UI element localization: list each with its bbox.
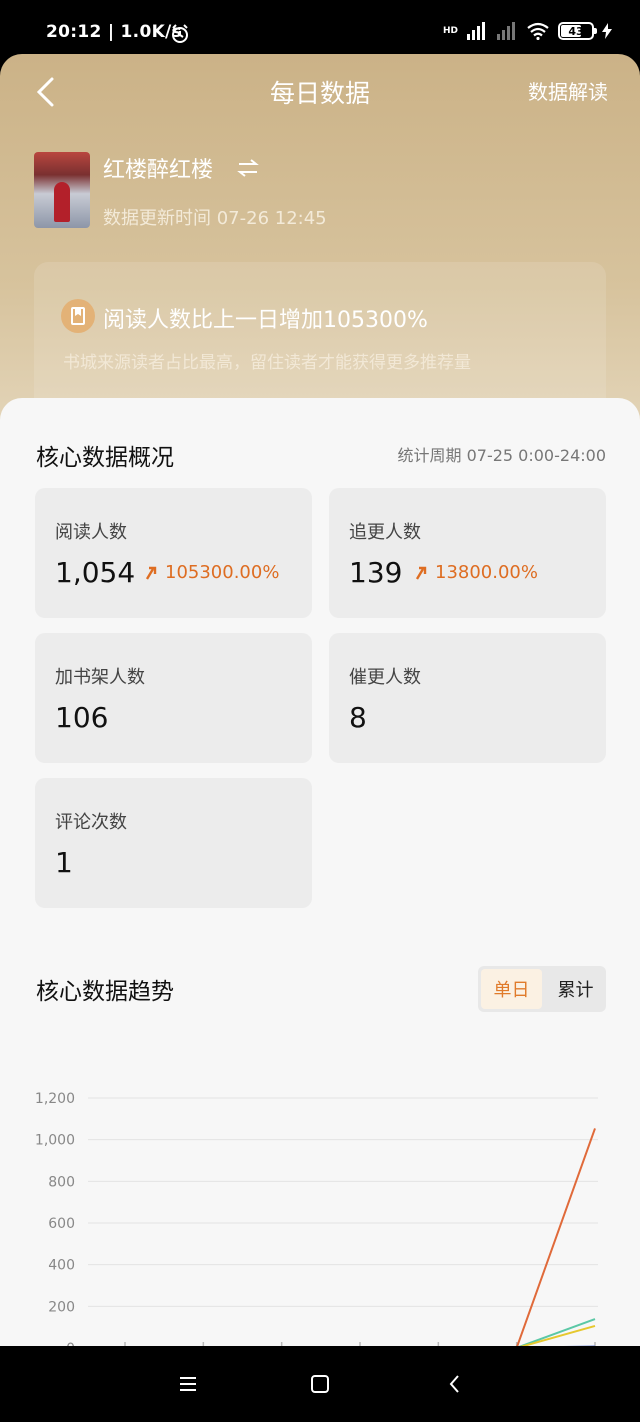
battery-icon: 43 — [558, 22, 597, 40]
toggle-daily[interactable]: 单日 — [481, 969, 542, 1009]
stat-label: 追更人数 — [349, 522, 421, 543]
y-tick-label: 800 — [48, 1174, 75, 1190]
home-square-icon[interactable] — [306, 1370, 334, 1398]
data-panel: 核心数据概况 统计周期 07-25 0:00-24:00 阅读人数 1,054 … — [0, 398, 640, 1346]
screen: 20:12 | 1.0K/s HD 43 每日数据 数据解读 红楼醉红楼 数据更… — [0, 0, 640, 1422]
trend-toggle: 单日 累计 — [478, 966, 606, 1012]
status-bar: 20:12 | 1.0K/s HD 43 — [0, 0, 640, 58]
bookmark-icon — [61, 299, 95, 333]
trend-chart: 02004006008001,0001,20007-1907-2007-2107… — [35, 1091, 598, 1346]
update-time: 数据更新时间 07-26 12:45 — [103, 208, 327, 229]
stat-value: 1 — [55, 846, 73, 879]
stat-label: 评论次数 — [55, 812, 127, 833]
y-tick-label: 600 — [48, 1216, 75, 1232]
wifi-icon — [527, 22, 549, 40]
status-time: 20:12 | 1.0K/s — [46, 22, 182, 42]
signal-2-icon — [497, 22, 515, 40]
stat-card-bookshelf[interactable]: 加书架人数 106 — [35, 633, 312, 763]
tip-title: 阅读人数比上一日增加105300% — [103, 308, 428, 333]
y-tick-label: 1,200 — [35, 1091, 75, 1107]
stat-label: 阅读人数 — [55, 522, 127, 543]
stat-card-comments[interactable]: 评论次数 1 — [35, 778, 312, 908]
stat-delta: 13800.00% — [415, 562, 538, 583]
y-tick-label: 1,000 — [35, 1133, 75, 1149]
status-right: HD 43 — [443, 22, 612, 40]
stat-value: 8 — [349, 701, 367, 734]
menu-icon[interactable] — [174, 1370, 202, 1398]
swap-icon[interactable] — [236, 156, 260, 180]
core-trend-title: 核心数据趋势 — [36, 979, 174, 1005]
stat-period: 统计周期 07-25 0:00-24:00 — [397, 446, 606, 465]
stat-delta: 105300.00% — [145, 562, 279, 583]
alarm-icon — [172, 24, 188, 43]
stat-card-urge-updates[interactable]: 催更人数 8 — [329, 633, 606, 763]
stat-value: 139 — [349, 556, 403, 589]
charging-icon — [602, 23, 612, 39]
book-name[interactable]: 红楼醉红楼 — [103, 152, 213, 184]
app-window: 每日数据 数据解读 红楼醉红楼 数据更新时间 07-26 12:45 阅读人数比… — [0, 54, 640, 1346]
back-triangle-icon[interactable] — [441, 1370, 469, 1398]
arrow-up-icon — [145, 566, 157, 580]
stat-card-readers[interactable]: 阅读人数 1,054 105300.00% — [35, 488, 312, 618]
hd-label: HD — [442, 26, 458, 36]
book-info: 红楼醉红楼 数据更新时间 07-26 12:45 — [34, 152, 594, 232]
data-interpretation-link[interactable]: 数据解读 — [528, 76, 608, 105]
top-bar: 每日数据 数据解读 — [0, 54, 640, 128]
y-tick-label: 400 — [48, 1258, 75, 1274]
core-overview-title: 核心数据概况 — [36, 445, 174, 471]
stat-label: 加书架人数 — [55, 667, 145, 688]
book-cover[interactable] — [34, 152, 90, 228]
arrow-up-icon — [415, 566, 427, 580]
tip-description: 书城来源读者占比最高，留住读者才能获得更多推荐量 — [63, 353, 471, 373]
stat-value: 1,054 — [55, 556, 136, 589]
toggle-cumulative[interactable]: 累计 — [545, 966, 606, 1012]
system-nav-bar — [0, 1346, 640, 1422]
series-line — [516, 1128, 596, 1346]
stat-label: 催更人数 — [349, 667, 421, 688]
stat-card-followers[interactable]: 追更人数 139 13800.00% — [329, 488, 606, 618]
stat-value: 106 — [55, 701, 109, 734]
signal-icon — [467, 22, 485, 40]
y-tick-label: 200 — [48, 1299, 75, 1315]
